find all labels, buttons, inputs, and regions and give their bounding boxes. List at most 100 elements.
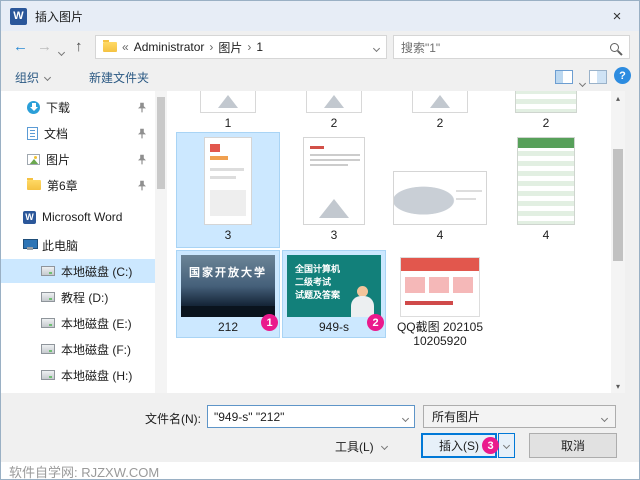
sidebar-item-label: Microsoft Word: [42, 210, 123, 224]
filename-label: 文件名(N):: [145, 412, 201, 426]
breadcrumb-administrator[interactable]: Administrator: [134, 40, 205, 54]
file-thumbnail: [204, 137, 252, 225]
disk-icon: [41, 344, 55, 354]
insert-dropdown-button[interactable]: [498, 433, 515, 458]
file-thumbnail: 全国计算机 二级考试 试题及答案: [287, 255, 381, 317]
file-item[interactable]: 4: [389, 133, 491, 247]
file-name-label: 2: [542, 116, 550, 130]
sidebar-item-label: 本地磁盘 (H:): [61, 368, 133, 383]
file-item[interactable]: 4: [495, 133, 597, 247]
recent-locations-chevron-icon[interactable]: [57, 43, 66, 58]
file-item[interactable]: 2: [389, 91, 491, 131]
file-thumbnail: [412, 91, 468, 113]
filetype-dropdown[interactable]: 所有图片: [423, 405, 616, 428]
file-item[interactable]: 3: [176, 132, 280, 248]
organize-button[interactable]: 组织: [15, 69, 52, 86]
navigation-pane: 下载 文档 图片 第6章 Microsoft Word 此电脑 本地: [1, 91, 155, 393]
sidebar-item-chapter6[interactable]: 第6章: [1, 173, 155, 197]
file-thumbnail: [306, 91, 362, 113]
breadcrumb-overflow[interactable]: «: [122, 40, 129, 54]
sidebar-item-downloads[interactable]: 下载: [1, 95, 155, 119]
file-thumbnail: [515, 91, 577, 113]
files-scrollbar[interactable]: ▴ ▾: [611, 91, 625, 393]
sidebar-item-pictures[interactable]: 图片: [1, 147, 155, 171]
sidebar-item-label: 下载: [46, 100, 71, 115]
views-dropdown-icon[interactable]: [578, 75, 587, 89]
help-button[interactable]: ?: [614, 67, 631, 84]
file-item[interactable]: 3: [283, 133, 385, 247]
file-item[interactable]: 2: [283, 91, 385, 131]
thumbnail-text: 全国计算机 二级考试 试题及答案: [295, 264, 341, 300]
window-title: 插入图片: [35, 9, 84, 24]
sidebar-item-drive-h[interactable]: 本地磁盘 (H:): [1, 363, 155, 387]
sidebar-item-drive-d[interactable]: 教程 (D:): [1, 285, 155, 309]
file-name-label: 3: [330, 228, 338, 242]
filename-value[interactable]: "949-s" "212": [214, 410, 403, 424]
pin-icon: [138, 128, 146, 138]
title-bar: 插入图片 ×: [1, 1, 639, 31]
file-item[interactable]: 2: [495, 91, 597, 131]
tools-label: 工具(L): [335, 440, 374, 454]
file-name-label: 3: [224, 228, 232, 242]
scroll-down-icon[interactable]: ▾: [611, 379, 625, 393]
file-thumbnail: 国家开放大学: [181, 255, 275, 317]
cancel-button[interactable]: 取消: [529, 433, 617, 458]
chevron-down-icon: [43, 73, 52, 82]
file-item[interactable]: 1: [177, 91, 279, 131]
chevron-down-icon[interactable]: [401, 410, 410, 424]
breadcrumb-folder-1[interactable]: 1: [256, 40, 263, 54]
scroll-thumb[interactable]: [157, 97, 165, 189]
download-icon: [27, 100, 40, 114]
sidebar-item-microsoft-word[interactable]: Microsoft Word: [1, 205, 155, 229]
folder-icon: [27, 178, 41, 190]
file-name-label: 1: [224, 116, 232, 130]
sidebar-item-drive-c[interactable]: 本地磁盘 (C:): [1, 259, 155, 283]
breadcrumb-pictures[interactable]: 图片: [218, 39, 242, 56]
file-name-label: QQ截图 20210510205920: [396, 320, 484, 348]
watermark-text: 软件自学网: RJZXW.COM: [1, 462, 639, 479]
new-folder-button[interactable]: 新建文件夹: [89, 69, 149, 86]
search-input[interactable]: 搜索"1": [401, 39, 610, 56]
sidebar-scrollbar[interactable]: [155, 91, 167, 393]
pin-icon: [138, 154, 146, 164]
file-item-212[interactable]: 国家开放大学 212 1: [176, 250, 280, 338]
sidebar-item-drive-f[interactable]: 本地磁盘 (F:): [1, 337, 155, 361]
sidebar-item-label: 图片: [46, 152, 71, 167]
thumbnail-text: 国家开放大学: [189, 267, 267, 279]
filetype-value: 所有图片: [432, 410, 481, 424]
search-icon: [610, 42, 619, 52]
scroll-up-icon[interactable]: ▴: [611, 91, 625, 105]
document-icon: [27, 126, 38, 140]
insert-picture-dialog: 插入图片 × ← → ↑ « Administrator › 图片 › 1 搜索…: [0, 0, 640, 480]
search-box[interactable]: 搜索"1": [393, 35, 630, 59]
sidebar-item-drive-e[interactable]: 本地磁盘 (E:): [1, 311, 155, 335]
forward-button[interactable]: →: [37, 39, 52, 54]
up-button[interactable]: ↑: [75, 39, 83, 54]
close-button[interactable]: ×: [595, 1, 639, 31]
views-button[interactable]: [555, 70, 573, 84]
file-item-949s[interactable]: 全国计算机 二级考试 试题及答案 949-s 2: [282, 250, 386, 338]
sidebar-item-this-pc[interactable]: 此电脑: [1, 233, 155, 257]
file-item-qq-screenshot[interactable]: QQ截图 20210510205920: [389, 251, 491, 363]
picture-icon: [27, 153, 40, 165]
file-thumbnail: [200, 91, 256, 113]
preview-pane-button[interactable]: [589, 70, 607, 84]
back-button[interactable]: ←: [13, 39, 28, 54]
sidebar-item-documents[interactable]: 文档: [1, 121, 155, 145]
file-name-label: 4: [436, 228, 444, 242]
breadcrumb-separator: ›: [247, 40, 252, 54]
cancel-label: 取消: [560, 439, 585, 453]
folder-icon: [103, 40, 117, 52]
address-dropdown-icon[interactable]: [372, 40, 381, 54]
filename-input[interactable]: "949-s" "212": [207, 405, 415, 428]
file-thumbnail: [517, 137, 575, 225]
organize-label: 组织: [15, 71, 40, 85]
sidebar-item-label: 文档: [44, 126, 69, 141]
file-name-label: 4: [542, 228, 550, 242]
tools-button[interactable]: 工具(L): [335, 438, 388, 455]
sidebar-item-label: 本地磁盘 (F:): [61, 342, 131, 357]
scroll-thumb[interactable]: [613, 149, 623, 261]
breadcrumb-separator: ›: [209, 40, 214, 54]
address-bar[interactable]: « Administrator › 图片 › 1: [95, 35, 387, 59]
disk-icon: [41, 370, 55, 380]
